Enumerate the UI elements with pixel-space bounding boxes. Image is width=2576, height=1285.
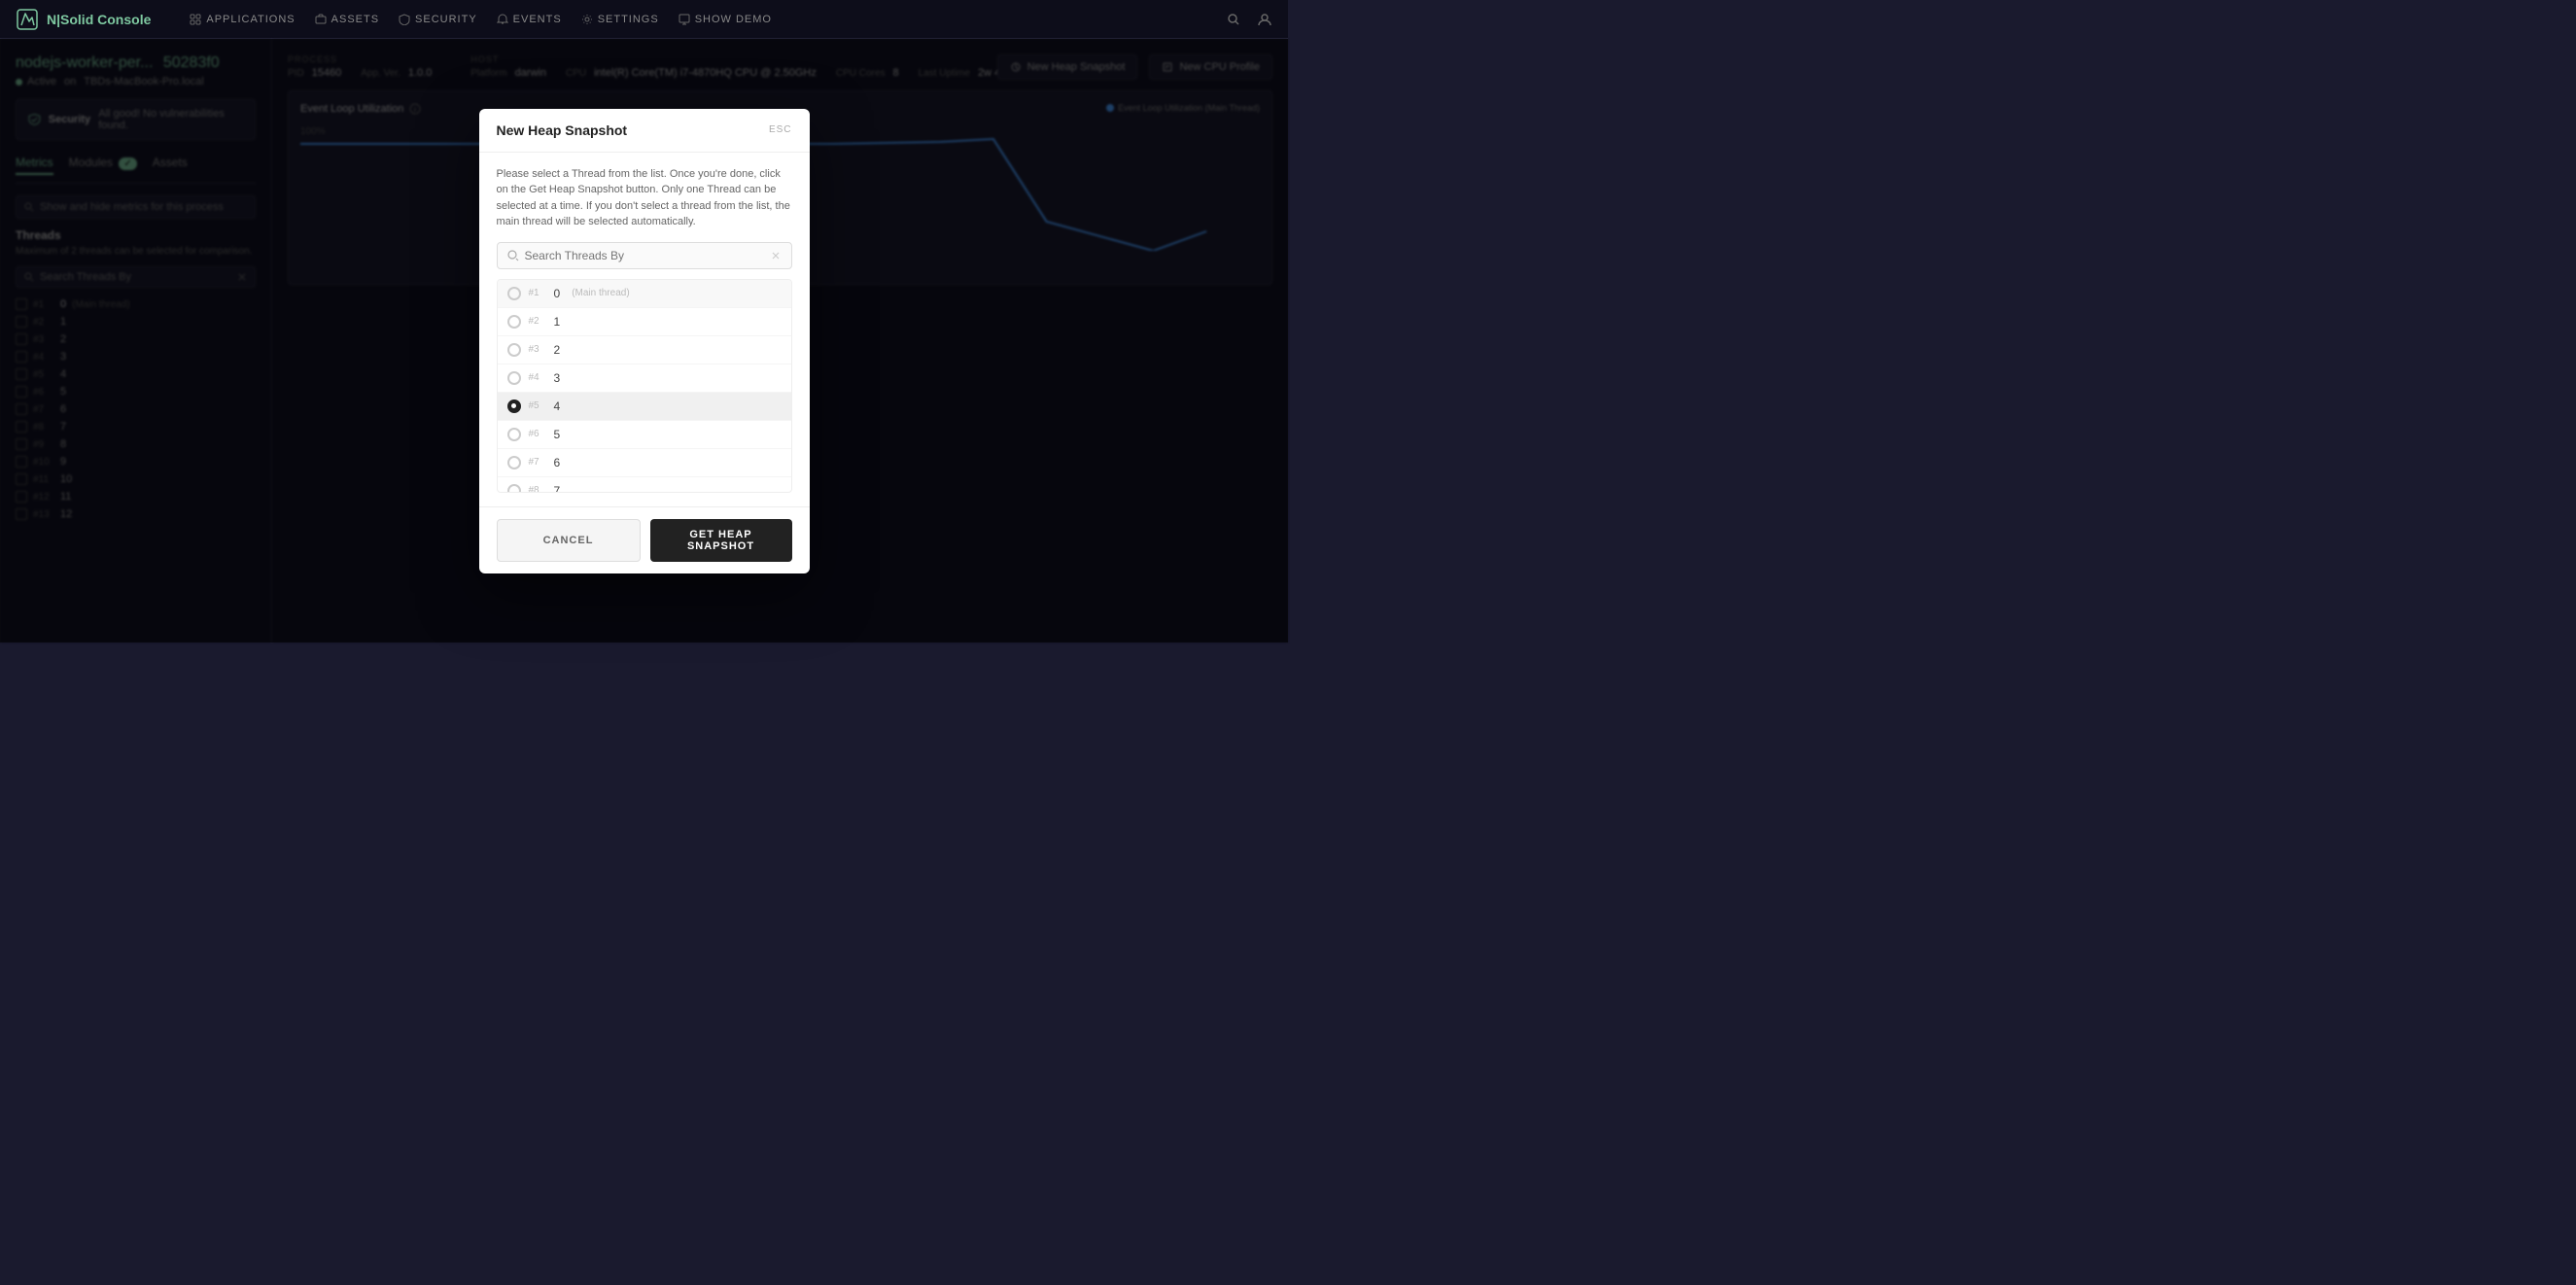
monitor-icon	[679, 14, 690, 25]
clear-icon-modal[interactable]	[770, 250, 782, 261]
modal-radio-2[interactable]	[507, 343, 521, 357]
nav-events[interactable]: EVENTS	[497, 14, 562, 25]
modal-header: New Heap Snapshot ESC	[479, 109, 810, 153]
heap-snapshot-modal: New Heap Snapshot ESC Please select a Th…	[479, 109, 810, 573]
main-content: nodejs-worker-per... 50283f0 Active on T…	[0, 39, 1288, 642]
assets-icon	[315, 14, 327, 25]
modal-thread-item-4[interactable]: #5 4	[498, 393, 791, 421]
nav-items: APPLICATIONS ASSETS SECURITY EVENTS SETT…	[190, 14, 772, 25]
search-icon-modal	[507, 250, 519, 261]
nav-settings[interactable]: SETTINGS	[581, 14, 659, 25]
navbar: N|Solid Console APPLICATIONS ASSETS SECU…	[0, 0, 1288, 39]
modal-search-box	[497, 242, 792, 269]
modal-radio-3[interactable]	[507, 371, 521, 385]
modal-radio-6[interactable]	[507, 456, 521, 469]
modal-footer: CANCEL GET HEAP SNAPSHOT	[479, 506, 810, 573]
modal-thread-item-5[interactable]: #6 5	[498, 421, 791, 449]
app-name: N|Solid Console	[47, 12, 151, 27]
nav-applications[interactable]: APPLICATIONS	[190, 14, 295, 25]
modal-radio-7[interactable]	[507, 484, 521, 493]
modal-radio-1[interactable]	[507, 315, 521, 329]
user-icon-nav[interactable]	[1257, 12, 1272, 27]
modal-body: Please select a Thread from the list. On…	[479, 153, 810, 506]
modal-search-input[interactable]	[525, 249, 764, 262]
logo-icon	[16, 8, 39, 31]
modal-thread-list: #1 0 (Main thread) #2 1 #3 2	[497, 279, 792, 493]
cancel-button[interactable]: CANCEL	[497, 519, 641, 562]
modal-radio-5[interactable]	[507, 428, 521, 441]
shield-icon	[399, 14, 410, 25]
modal-thread-item-6[interactable]: #7 6	[498, 449, 791, 477]
modal-thread-item-2[interactable]: #3 2	[498, 336, 791, 365]
modal-esc-button[interactable]: ESC	[769, 124, 792, 135]
gear-icon	[581, 14, 593, 25]
nav-security[interactable]: SECURITY	[399, 14, 477, 25]
modal-title: New Heap Snapshot	[497, 122, 628, 138]
modal-radio-4[interactable]	[507, 399, 521, 413]
nav-right	[1226, 12, 1272, 27]
modal-overlay: New Heap Snapshot ESC Please select a Th…	[0, 39, 1288, 642]
get-heap-snapshot-button[interactable]: GET HEAP SNAPSHOT	[650, 519, 792, 562]
modal-thread-item-3[interactable]: #4 3	[498, 365, 791, 393]
modal-description: Please select a Thread from the list. On…	[497, 166, 792, 230]
modal-thread-item-7[interactable]: #8 7	[498, 477, 791, 493]
bell-icon	[497, 14, 508, 25]
nav-assets[interactable]: ASSETS	[315, 14, 379, 25]
modal-radio-0[interactable]	[507, 287, 521, 300]
search-icon-nav[interactable]	[1226, 12, 1241, 27]
apps-icon	[190, 14, 201, 25]
app-logo[interactable]: N|Solid Console	[16, 8, 151, 31]
modal-thread-item-0[interactable]: #1 0 (Main thread)	[498, 280, 791, 308]
modal-thread-item-1[interactable]: #2 1	[498, 308, 791, 336]
nav-show-demo[interactable]: SHOW DEMO	[679, 14, 772, 25]
